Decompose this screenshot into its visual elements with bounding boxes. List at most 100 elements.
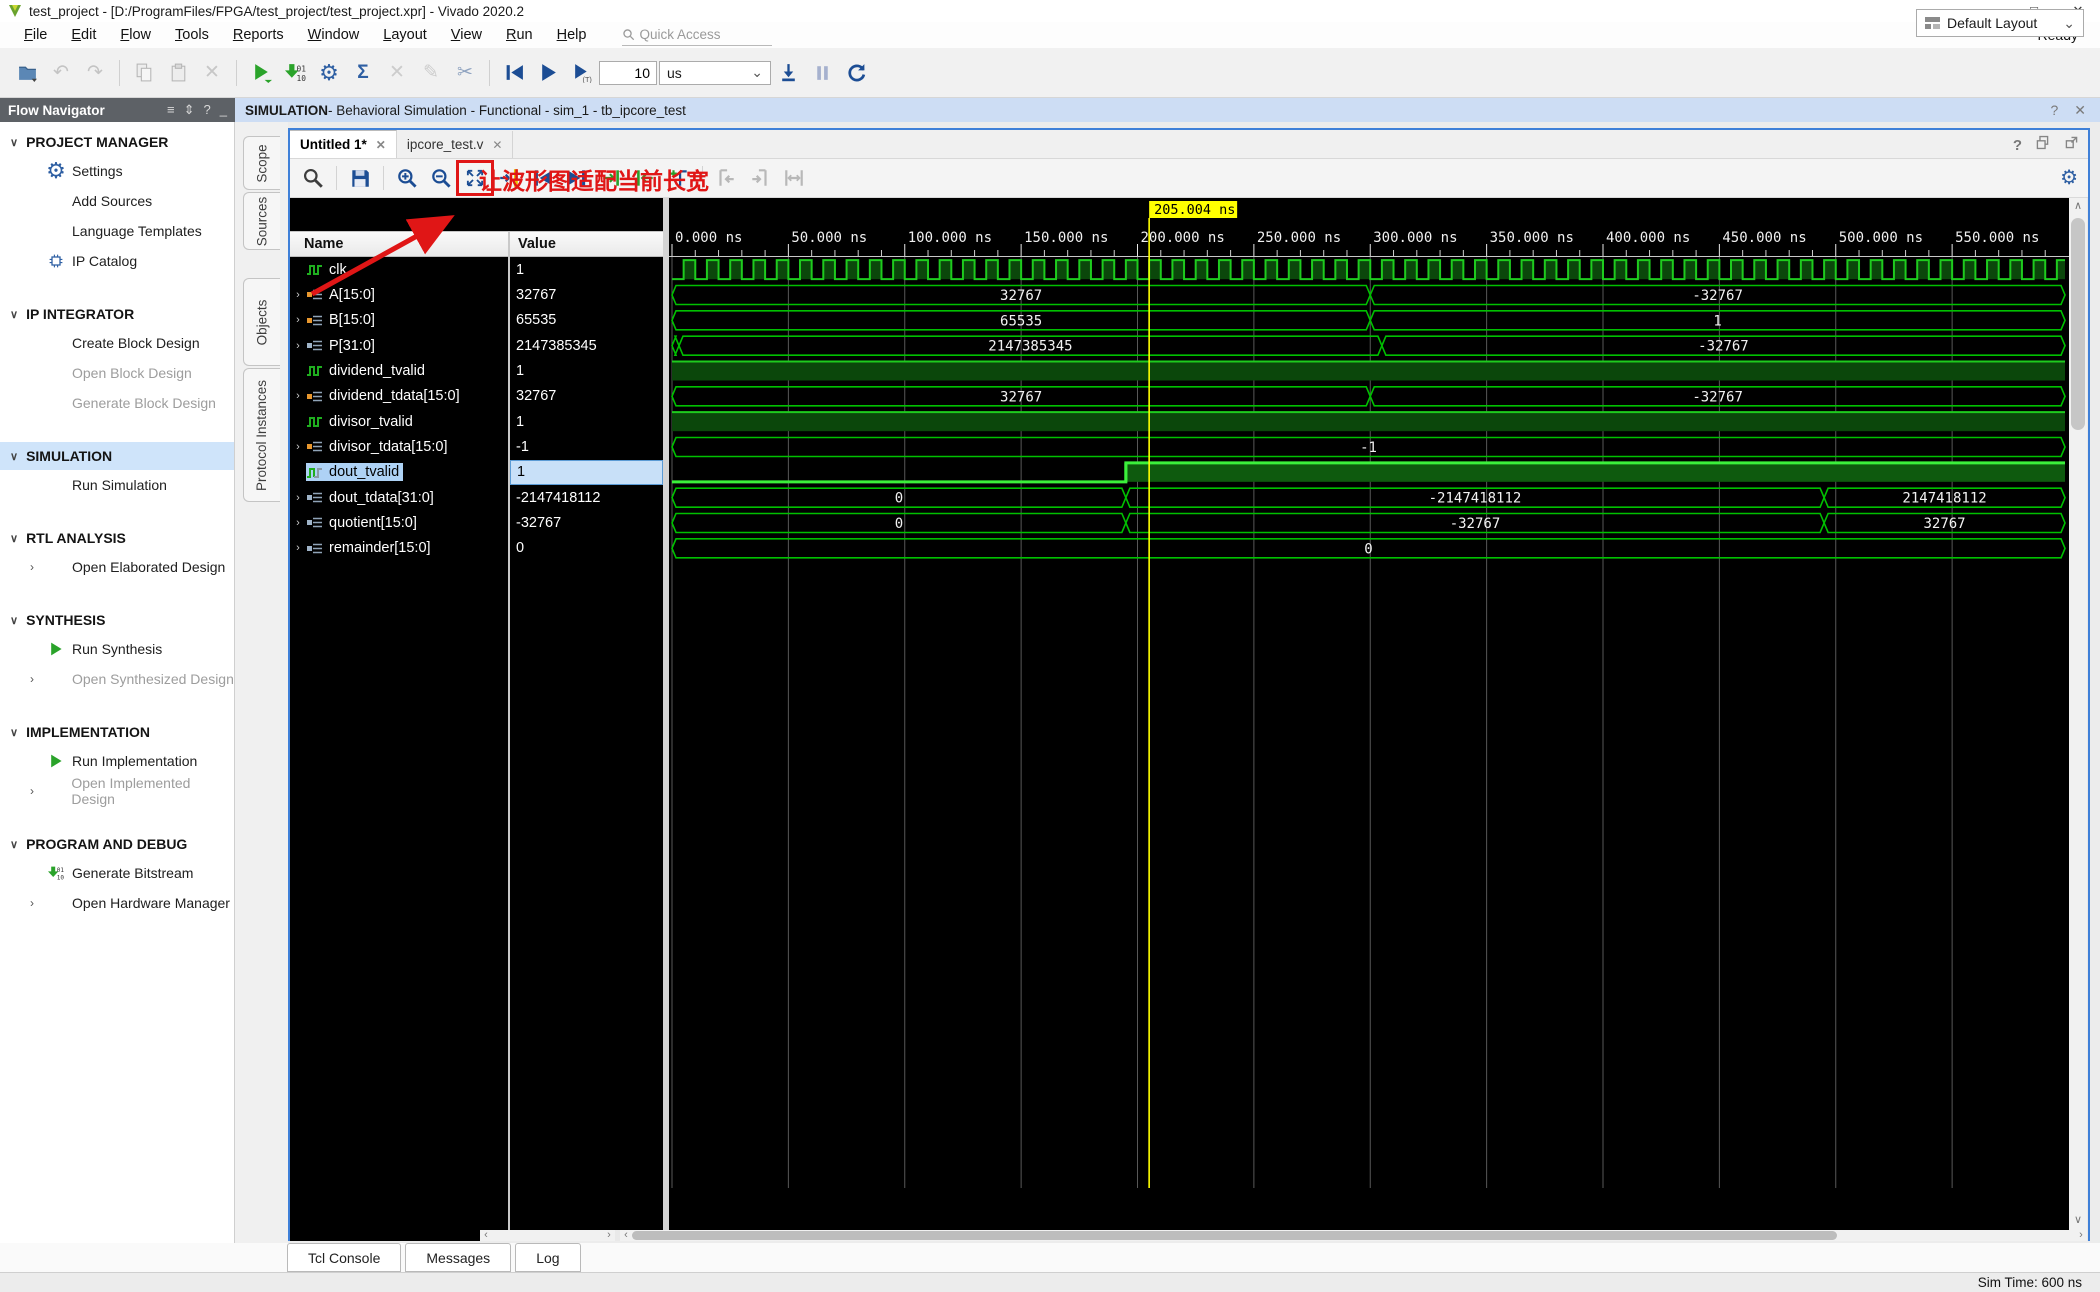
signal-value-A150[interactable]: 32767 [510, 282, 663, 307]
flow-section-header[interactable]: ∨ SYNTHESIS [0, 606, 234, 634]
wave-zoom-in-button[interactable] [392, 164, 422, 192]
name-horizontal-scrollbar[interactable]: ‹ › [480, 1230, 615, 1241]
signal-value-divisor_tvalid[interactable]: 1 [510, 409, 663, 434]
menu-edit[interactable]: Edit [71, 27, 96, 43]
tab-untitled-1[interactable]: Untitled 1* ✕ [290, 130, 397, 158]
signal-value-dividend_tdata150[interactable]: 32767 [510, 384, 663, 409]
toolbar-run-all-button[interactable] [533, 58, 563, 88]
signal-value-B150[interactable]: 65535 [510, 308, 663, 333]
vertical-scrollbar[interactable]: ∧ ∨ [2069, 198, 2087, 1230]
tab-ipcore-test[interactable]: ipcore_test.v ✕ [397, 131, 514, 158]
maximize-panel-icon[interactable] [2063, 134, 2080, 156]
wave-settings-gear-icon[interactable]: ⚙ [2060, 165, 2078, 190]
menu-layout[interactable]: Layout [383, 27, 427, 43]
signal-row-quotient150[interactable]: › quotient[15:0] [290, 510, 508, 535]
signal-value-P310[interactable]: 2147385345 [510, 333, 663, 358]
signal-value-remainder150[interactable]: 0 [510, 536, 663, 561]
collapse-all-icon[interactable]: ≡ [167, 102, 175, 118]
flow-item-run-implementation[interactable]: Run Implementation [0, 746, 234, 776]
flow-section-header[interactable]: ∨ IMPLEMENTATION [0, 718, 234, 746]
signal-row-clk[interactable]: clk [290, 257, 508, 282]
expand-chevron-icon[interactable]: › [290, 390, 306, 402]
flow-section-header[interactable]: ∨ IP INTEGRATOR [0, 300, 234, 328]
bottom-tab-log[interactable]: Log [515, 1243, 581, 1272]
minimize-panel-icon[interactable]: _ [220, 102, 227, 118]
close-icon[interactable]: ✕ [376, 138, 386, 152]
signal-row-remainder150[interactable]: › remainder[15:0] [290, 536, 508, 561]
waveform-plot[interactable]: 0.000 ns 50.000 ns 100.000 ns 150.000 ns 200… [669, 198, 2069, 1230]
flow-item-run-simulation[interactable]: Run Simulation [0, 470, 234, 500]
signal-value-clk[interactable]: 1 [510, 257, 663, 282]
flow-item-open-elaborated-design[interactable]: › Open Elaborated Design [0, 552, 234, 582]
signal-row-dividend_tdata150[interactable]: › dividend_tdata[15:0] [290, 384, 508, 409]
signal-row-dout_tdata310[interactable]: › dout_tdata[31:0] [290, 485, 508, 510]
scrollbar-thumb[interactable] [632, 1231, 1837, 1240]
name-column-header[interactable]: Name [290, 231, 508, 257]
expand-chevron-icon[interactable]: › [290, 542, 306, 554]
signal-value-quotient150[interactable]: -32767 [510, 510, 663, 535]
scroll-left-icon[interactable]: ‹ [480, 1230, 492, 1241]
scrollbar-thumb[interactable] [2071, 218, 2085, 430]
help-icon[interactable]: ? [204, 102, 211, 118]
toolbar-step-button[interactable] [773, 58, 803, 88]
flow-section-header[interactable]: ∨ RTL ANALYSIS [0, 524, 234, 552]
signal-row-P310[interactable]: › P[31:0] [290, 333, 508, 358]
time-unit-select[interactable]: us ⌄ [659, 60, 771, 85]
toolbar-remove-forces-button[interactable]: ✂ [450, 58, 480, 88]
expand-chevron-icon[interactable]: › [290, 314, 306, 326]
chevron-right-icon[interactable]: › [30, 560, 40, 574]
menu-run[interactable]: Run [506, 27, 533, 43]
flow-item-create-block-design[interactable]: Create Block Design [0, 328, 234, 358]
help-icon[interactable]: ? [2050, 102, 2058, 119]
flow-item-ip-catalog[interactable]: IP Catalog [0, 246, 234, 276]
close-icon[interactable]: ✕ [2074, 102, 2086, 119]
toolbar-generate-bitstream-button[interactable]: 01 10 [280, 58, 310, 88]
run-time-input[interactable] [599, 60, 657, 85]
signal-row-divisor_tdata150[interactable]: › divisor_tdata[15:0] [290, 434, 508, 459]
scroll-down-icon[interactable]: ∨ [2069, 1212, 2087, 1228]
signal-row-A150[interactable]: › A[15:0] [290, 282, 508, 307]
wave-find-button[interactable] [298, 164, 328, 192]
wave-zoom-out-button[interactable] [426, 164, 456, 192]
quick-access-input[interactable]: Quick Access [622, 25, 773, 46]
menu-window[interactable]: Window [308, 27, 360, 43]
toolbar-run-design-button[interactable] [246, 58, 276, 88]
menu-help[interactable]: Help [557, 27, 587, 43]
flow-section-header[interactable]: ∨ PROGRAM AND DEBUG [0, 830, 234, 858]
bottom-tab-tcl-console[interactable]: Tcl Console [287, 1243, 402, 1272]
flow-section-header[interactable]: ∨ PROJECT MANAGER [0, 128, 234, 156]
menu-tools[interactable]: Tools [175, 27, 209, 43]
bottom-tab-messages[interactable]: Messages [405, 1243, 512, 1272]
signal-value-dout_tdata310[interactable]: -2147418112 [510, 485, 663, 510]
menu-reports[interactable]: Reports [233, 27, 284, 43]
value-column-header[interactable]: Value [510, 231, 663, 257]
signal-value-divisor_tdata150[interactable]: -1 [510, 434, 663, 459]
side-tab-sources[interactable]: Sources [243, 192, 280, 250]
flow-item-run-synthesis[interactable]: Run Synthesis [0, 634, 234, 664]
signal-row-divisor_tvalid[interactable]: divisor_tvalid [290, 409, 508, 434]
layout-select[interactable]: Default Layout ⌄ [1916, 9, 2084, 37]
wave-horizontal-scrollbar[interactable]: ‹ › [620, 1230, 2087, 1241]
flow-item-settings[interactable]: ⚙ Settings [0, 156, 234, 186]
chevron-right-icon[interactable]: › [30, 784, 40, 798]
flow-item-language-templates[interactable]: Language Templates [0, 216, 234, 246]
side-tab-scope[interactable]: Scope [243, 136, 280, 190]
flow-item-open-hardware-manager[interactable]: › Open Hardware Manager [0, 888, 234, 918]
flow-item-generate-bitstream[interactable]: 01 10 Generate Bitstream [0, 858, 234, 888]
side-tab-objects[interactable]: Objects [243, 278, 280, 366]
scroll-right-icon[interactable]: › [603, 1230, 615, 1241]
menu-flow[interactable]: Flow [120, 27, 151, 43]
signal-row-dividend_tvalid[interactable]: dividend_tvalid [290, 358, 508, 383]
close-icon[interactable]: ✕ [492, 138, 502, 152]
expand-chevron-icon[interactable]: › [290, 289, 306, 301]
expand-chevron-icon[interactable]: › [290, 517, 306, 529]
signal-value-dout_tvalid[interactable]: 1 [510, 459, 663, 485]
signal-row-B150[interactable]: › B[15:0] [290, 308, 508, 333]
menu-file[interactable]: File [24, 27, 47, 43]
scroll-right-icon[interactable]: › [2075, 1230, 2087, 1241]
scroll-left-icon[interactable]: ‹ [620, 1230, 632, 1241]
expand-chevron-icon[interactable]: › [290, 441, 306, 453]
toolbar-run-for-button[interactable]: (T) [567, 58, 597, 88]
toolbar-report-button[interactable]: Σ [348, 58, 378, 88]
menu-view[interactable]: View [451, 27, 482, 43]
